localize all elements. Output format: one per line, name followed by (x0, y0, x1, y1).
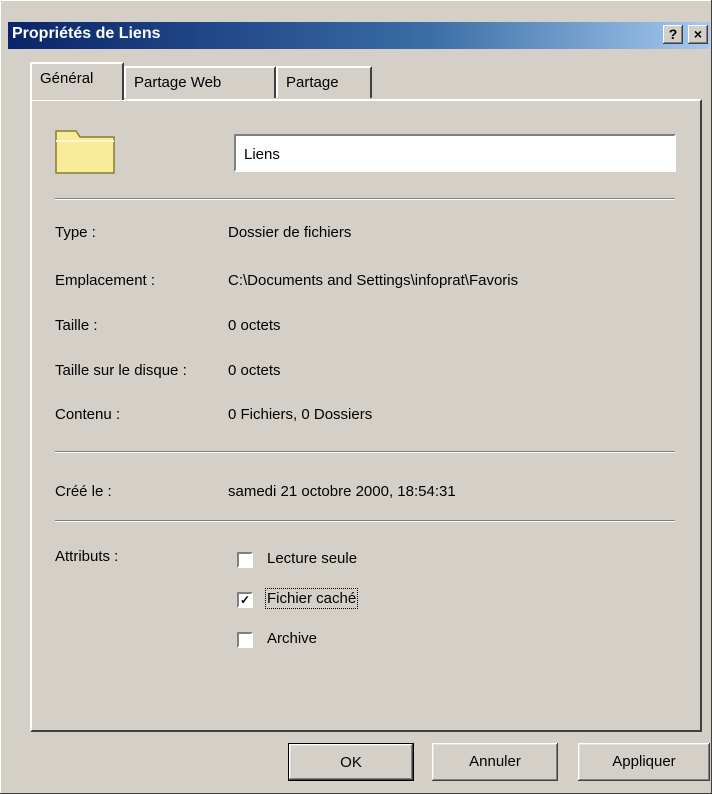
cancel-button[interactable]: Annuler (432, 743, 558, 781)
readonly-label: Lecture seule (267, 550, 358, 567)
properties-dialog: Propriétés de Liens ? × Général Partage … (0, 0, 712, 794)
archive-checkbox[interactable] (237, 632, 253, 648)
tab-general[interactable]: Général (30, 62, 124, 100)
type-label: Type : (55, 224, 96, 241)
separator (55, 520, 675, 522)
ok-button[interactable]: OK (288, 743, 414, 781)
tab-partage-web[interactable]: Partage Web (124, 66, 276, 98)
folder-icon (55, 130, 115, 174)
created-value: samedi 21 octobre 2000, 18:54:31 (228, 483, 456, 500)
help-button[interactable]: ? (663, 25, 683, 44)
separator (55, 451, 675, 453)
title-bar[interactable]: Propriétés de Liens ? × (8, 22, 710, 49)
separator (55, 198, 675, 200)
created-label: Créé le : (55, 483, 112, 500)
archive-label: Archive (267, 630, 318, 647)
dialog-title: Propriétés de Liens (12, 25, 161, 42)
apply-button[interactable]: Appliquer (578, 743, 710, 781)
size-value: 0 octets (228, 317, 281, 334)
location-label: Emplacement : (55, 272, 156, 289)
tab-partage[interactable]: Partage (276, 66, 372, 98)
close-button[interactable]: × (688, 25, 708, 44)
contents-label: Contenu : (55, 406, 121, 423)
readonly-checkbox[interactable] (237, 552, 253, 568)
size-label: Taille : (55, 317, 98, 334)
type-value: Dossier de fichiers (228, 224, 352, 241)
hidden-checkbox[interactable]: ✓ (237, 592, 253, 608)
contents-value: 0 Fichiers, 0 Dossiers (228, 406, 373, 423)
attributes-label: Attributs : (55, 548, 119, 565)
size-on-disk-label: Taille sur le disque : (55, 362, 187, 379)
folder-name-input[interactable]: Liens (234, 134, 676, 172)
size-on-disk-value: 0 octets (228, 362, 281, 379)
location-value: C:\Documents and Settings\infoprat\Favor… (228, 272, 519, 289)
hidden-label: Fichier caché (264, 588, 359, 609)
